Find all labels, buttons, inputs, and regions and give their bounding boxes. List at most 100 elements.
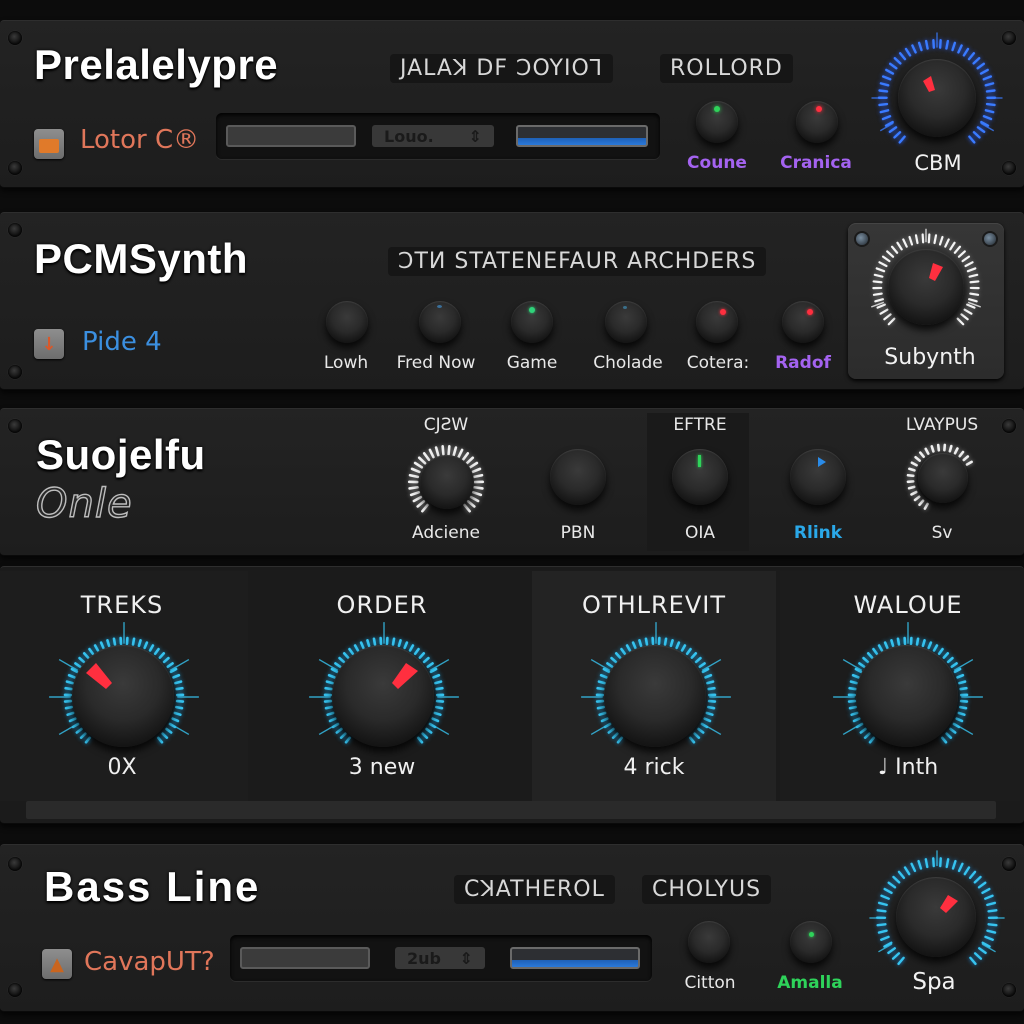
folder-icon[interactable] [34,129,64,159]
scale-tick [987,909,998,913]
knob-othlrevit[interactable] [604,645,706,747]
knob-pbn[interactable] [550,449,606,505]
scale-tick [985,102,996,107]
scale-tick [435,705,444,710]
select-value: Louo. [384,126,434,146]
knob-fred-now[interactable] [419,301,461,343]
knob-indicator [809,932,814,937]
scale-tick [600,717,609,723]
scale-major-tick [953,658,974,671]
scale-tick [866,652,874,659]
section-header: WALOUE [853,591,963,619]
scale-tick [921,639,926,648]
scale-tick [969,956,977,966]
scale-tick [409,491,421,497]
module-prelalelypre: Prelalelypre JALAꓘ DF ꓛOYIOꓶ ROLLORD Lot… [0,20,1024,188]
tag-label[interactable]: JALAꓘ DF ꓛOYIOꓶ [390,54,614,83]
knob-indicator [807,309,813,315]
knob-value: 3 new [348,755,416,780]
scale-tick [324,705,333,710]
knob-sv[interactable] [918,453,968,503]
led-indicator [856,233,868,245]
scale-tick [924,39,929,50]
scale-tick [984,109,995,114]
knob-indicator [437,305,442,308]
tag-label[interactable]: ROLLORD [660,54,793,83]
main-knob-cbm[interactable] [898,59,976,137]
scale-tick [625,644,632,652]
scale-tick [976,62,985,70]
module-suojelfu: Suojelfu Onle CJƧW Adciene PBN EFTRE OIA… [0,408,1024,556]
knob-order[interactable] [332,645,434,747]
preset-select[interactable]: Louo. ⇕ [372,125,494,147]
preset-name[interactable]: CavapUT? [84,947,215,977]
scale-tick [915,637,920,646]
scale-tick [965,460,973,466]
animal-icon[interactable]: ▲ [42,949,72,979]
scale-tick [968,298,978,303]
scale-tick [175,686,184,691]
scale-tick [410,467,421,474]
knob-rlink[interactable] [790,449,846,505]
download-arrow-icon[interactable]: ↓ [34,329,64,359]
scale-tick [876,923,887,927]
knob-waloue[interactable] [856,645,958,747]
knob-label: Cranica [780,153,852,173]
scale-tick [938,235,944,246]
tag-label[interactable]: ꓛTИ STATENEFAUR ARCHDERS [388,247,767,276]
knob-header: CJƧW [423,415,469,435]
scale-tick [964,261,974,268]
knob-adciene[interactable] [420,455,474,509]
knob-cholade[interactable] [605,301,647,343]
scale-tick [434,680,443,685]
scale-major-tick [842,658,863,671]
scale-tick [883,887,893,895]
knob-cranica[interactable] [796,101,838,143]
scale-tick [984,894,994,900]
scale-tick [985,89,996,93]
scale-tick [951,859,957,870]
scale-tick [881,115,892,121]
scale-tick [863,732,871,739]
tag-label[interactable]: CꓘATHEROL [454,875,615,904]
screw [8,365,22,379]
main-knob-spa[interactable] [896,877,976,957]
scale-tick [688,736,696,744]
scale-tick [911,44,917,54]
knob-coune[interactable] [696,101,738,143]
knob-cotera[interactable] [696,301,738,343]
knob-radof[interactable] [782,301,824,343]
waveform-display[interactable] [240,947,370,969]
scale-tick [977,881,987,889]
knob-lowh[interactable] [326,301,368,343]
scale-tick [704,673,713,679]
scale-tick [982,75,993,81]
knob-label: Amalla [777,973,843,993]
scale-tick [675,641,681,650]
scale-tick [173,711,182,716]
preset-name[interactable]: Lotor C® [80,125,199,155]
scale-tick [64,686,73,691]
knob-indicator [623,306,627,309]
knob-amalla[interactable] [790,921,832,963]
scale-tick [984,82,995,87]
scale-tick [680,644,687,652]
scale-tick [950,662,958,669]
main-knob-subynth[interactable] [888,249,964,325]
scale-tick [447,445,451,456]
scale-tick [887,947,896,955]
scale-tick [457,448,464,459]
knob-citton[interactable] [688,921,730,963]
knob-treks[interactable] [72,645,174,747]
knob-oia[interactable] [672,449,728,505]
preset-select[interactable]: 2ub ⇕ [395,947,485,969]
scale-tick [877,929,888,934]
waveform-display[interactable] [226,125,356,147]
scale-tick [959,686,968,691]
scale-tick [908,467,916,472]
scale-tick [956,673,965,679]
tag-label[interactable]: CHOLYUS [642,875,772,904]
preset-name[interactable]: Pide 4 [82,327,162,357]
knob-game[interactable] [511,301,553,343]
knob-label: Rlink [793,523,843,543]
